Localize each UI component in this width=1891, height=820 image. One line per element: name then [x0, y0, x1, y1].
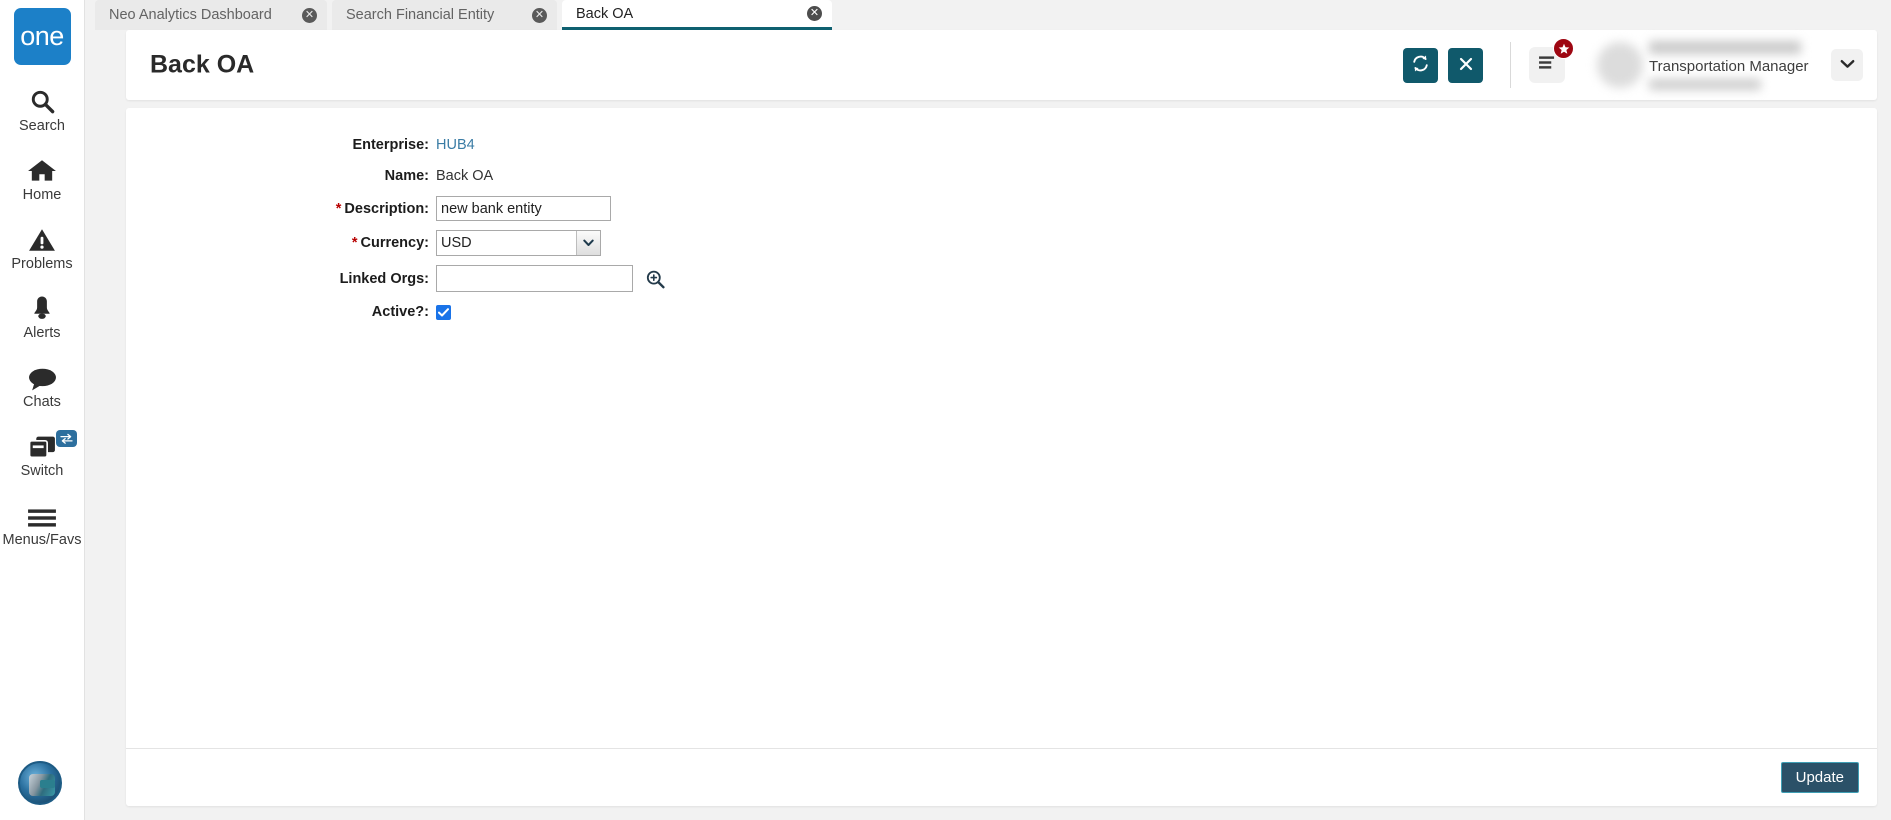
bell-icon: [29, 292, 55, 322]
content-panel: Enterprise: HUB4 Name: Back OA * Descript…: [126, 108, 1877, 806]
linked-orgs-label: Linked Orgs:: [339, 270, 429, 287]
chat-bubble-icon: [28, 361, 57, 391]
sidebar-item-switch[interactable]: Switch: [0, 430, 85, 479]
linked-orgs-input[interactable]: [436, 265, 633, 292]
hamburger-icon: [27, 499, 57, 529]
sidebar-item-label: Switch: [20, 463, 64, 479]
field-row-name: Name: Back OA: [126, 165, 1877, 187]
sidebar-item-chats[interactable]: Chats: [0, 361, 85, 410]
header-actions: Transportation Manager: [1393, 30, 1863, 100]
tab-back-oa[interactable]: Back OA ✕: [562, 0, 832, 30]
search-plus-icon[interactable]: [645, 269, 665, 289]
required-asterisk: *: [335, 200, 342, 217]
financial-entity-form: Enterprise: HUB4 Name: Back OA * Descript…: [126, 134, 1877, 332]
sidebar-item-problems[interactable]: Problems: [0, 223, 85, 272]
header-divider: [1510, 42, 1511, 88]
sidebar-item-search[interactable]: Search: [0, 85, 85, 134]
currency-label: * Currency:: [126, 235, 436, 251]
close-button[interactable]: [1448, 47, 1483, 83]
sidebar-item-menus-favs[interactable]: Menus/Favs: [0, 499, 85, 548]
field-row-active: Active?:: [126, 301, 1877, 323]
left-sidebar: one Search Home Problems Alerts Chats Sw…: [0, 0, 85, 820]
sidebar-item-label: Problems: [11, 256, 73, 272]
tab-label: Neo Analytics Dashboard: [109, 7, 272, 23]
tab-neo-analytics-dashboard[interactable]: Neo Analytics Dashboard ✕: [95, 0, 327, 30]
close-circle-icon[interactable]: ✕: [532, 7, 547, 23]
menu-lines-icon: [1538, 55, 1557, 75]
user-role-label: Transportation Manager: [1649, 57, 1809, 75]
user-menu-toggle[interactable]: [1831, 49, 1863, 81]
update-button[interactable]: Update: [1780, 762, 1859, 793]
one-logo-text: one: [20, 21, 64, 51]
name-label: Name:: [384, 168, 429, 184]
user-name-redacted: [1649, 40, 1801, 54]
name-value: Back OA: [436, 168, 494, 184]
required-asterisk: *: [351, 235, 358, 251]
app-root: one Search Home Problems Alerts Chats Sw…: [0, 0, 1891, 820]
user-profile[interactable]: Transportation Manager: [1597, 40, 1863, 90]
user-org-redacted: [1649, 78, 1761, 90]
sidebar-item-label: Search: [19, 118, 65, 134]
field-row-enterprise: Enterprise: HUB4: [126, 134, 1877, 156]
refresh-button[interactable]: [1403, 47, 1438, 83]
enterprise-label: Enterprise:: [352, 137, 429, 153]
sidebar-item-home[interactable]: Home: [0, 154, 85, 203]
star-icon: [1553, 38, 1574, 59]
avatar: [1597, 42, 1643, 88]
warning-triangle-icon: [28, 223, 56, 253]
tab-bar: Neo Analytics Dashboard ✕ Search Financi…: [85, 0, 1891, 30]
sidebar-item-alerts[interactable]: Alerts: [0, 292, 85, 341]
field-row-description: * Description:: [126, 196, 1877, 221]
menu-button[interactable]: [1529, 38, 1574, 83]
currency-select[interactable]: USD: [436, 230, 601, 256]
close-x-icon: [1458, 56, 1474, 75]
search-icon: [29, 85, 56, 115]
close-circle-icon[interactable]: ✕: [302, 7, 317, 23]
field-row-linked-orgs: Linked Orgs:: [126, 265, 1877, 292]
tab-search-financial-entity[interactable]: Search Financial Entity ✕: [332, 0, 557, 30]
active-checkbox[interactable]: [436, 304, 451, 320]
windows-stack-icon: [28, 430, 57, 460]
currency-label-text: Currency:: [360, 235, 430, 251]
sidebar-item-label: Home: [22, 187, 62, 203]
field-row-currency: * Currency: USD: [126, 230, 1877, 256]
sidebar-item-label: Alerts: [23, 325, 61, 341]
page-header: Back OA Transportation Manager: [126, 30, 1877, 100]
avatar-graphic-accent: [40, 780, 55, 788]
sidebar-item-label: Menus/Favs: [2, 532, 82, 548]
description-label: * Description:: [126, 201, 436, 217]
page-title: Back OA: [150, 50, 255, 79]
chevron-down-icon: [1840, 56, 1855, 74]
description-label-text: Description:: [344, 200, 429, 217]
user-avatar-image[interactable]: [18, 761, 62, 805]
description-input[interactable]: [436, 196, 611, 221]
tab-label: Back OA: [576, 5, 634, 22]
home-icon: [27, 154, 57, 184]
form-footer: Update: [126, 748, 1877, 806]
user-text: Transportation Manager: [1649, 40, 1817, 90]
active-label: Active?:: [371, 304, 429, 320]
sidebar-item-label: Chats: [23, 394, 61, 410]
one-logo[interactable]: one: [13, 8, 71, 65]
swap-arrows-icon[interactable]: [55, 430, 77, 447]
enterprise-value[interactable]: HUB4: [436, 137, 475, 153]
currency-select-wrapper: USD: [436, 230, 601, 256]
refresh-icon: [1411, 54, 1430, 76]
close-circle-icon[interactable]: ✕: [807, 6, 822, 21]
tab-label: Search Financial Entity: [346, 7, 495, 23]
